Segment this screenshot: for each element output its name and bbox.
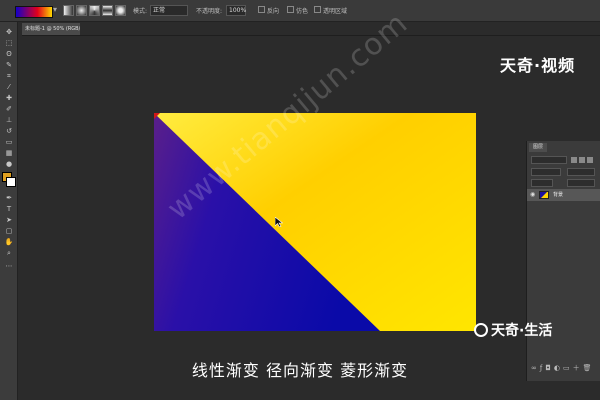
mode-label: 模式: xyxy=(133,8,148,15)
gradient-tool-icon[interactable]: ▦ xyxy=(3,149,15,158)
blend-mode-select[interactable] xyxy=(531,168,561,176)
type-tool-icon[interactable]: T xyxy=(3,205,15,214)
eraser-tool-icon[interactable]: ▭ xyxy=(3,138,15,147)
background-color-swatch[interactable] xyxy=(6,177,16,187)
hand-tool-icon[interactable]: ✋ xyxy=(3,238,15,247)
path-select-tool-icon[interactable]: ➤ xyxy=(3,216,15,225)
layer-opacity-field[interactable] xyxy=(567,168,595,176)
chevron-down-icon[interactable]: ▾ xyxy=(53,5,57,14)
eyedropper-tool-icon[interactable]: ⁄ xyxy=(3,83,15,92)
tools-panel: ✥ ⬚ ʘ ✎ ⌗ ⁄ ✚ ✐ ⊥ ↺ ▭ ▦ ● ✒ T ➤ ▢ ✋ ⌕ ⋯ xyxy=(0,22,18,400)
history-brush-icon[interactable]: ↺ xyxy=(3,127,15,136)
opacity-field[interactable]: 100% xyxy=(226,5,246,16)
layer-thumbnail xyxy=(539,191,549,199)
gradient-picker[interactable] xyxy=(15,6,53,18)
filter-pixel-icon[interactable] xyxy=(571,157,577,163)
filter-text-icon[interactable] xyxy=(587,157,593,163)
opacity-label: 不透明度: xyxy=(196,8,223,15)
move-tool-icon[interactable]: ✥ xyxy=(3,28,15,37)
edit-toolbar-icon[interactable]: ⋯ xyxy=(3,262,15,271)
layer-fill-field[interactable] xyxy=(567,179,595,187)
crop-tool-icon[interactable]: ⌗ xyxy=(3,72,15,81)
brand-logo-top: 天奇·视频 xyxy=(500,56,576,75)
pen-tool-icon[interactable]: ✒ xyxy=(3,194,15,203)
cursor-arrow-icon xyxy=(275,217,283,227)
transparency-label: 透明区域 xyxy=(323,8,348,15)
lock-options[interactable] xyxy=(531,179,553,187)
layers-panel: 图层 ◉ 背景 ∞ƒ◘◐▭＋🗑 xyxy=(526,141,600,381)
angle-gradient-button[interactable] xyxy=(89,5,100,16)
layer-name: 背景 xyxy=(553,192,564,198)
dodge-tool-icon[interactable]: ● xyxy=(3,160,15,169)
shape-tool-icon[interactable]: ▢ xyxy=(3,227,15,236)
brand-logo-bottom: 天奇·生活 xyxy=(474,320,552,340)
tab-divider xyxy=(22,35,600,36)
options-bar: ▾ 模式: 正常 不透明度: 100% 反向 仿色 透明区域 xyxy=(0,0,600,22)
document-tab[interactable]: 未标题-1 @ 50% (RGB/8#) * xyxy=(22,23,80,35)
brand-mark-icon xyxy=(474,323,488,337)
healing-tool-icon[interactable]: ✚ xyxy=(3,94,15,103)
marquee-tool-icon[interactable]: ⬚ xyxy=(3,39,15,48)
reverse-label: 反向 xyxy=(267,8,280,15)
mode-select[interactable]: 正常 xyxy=(150,5,188,16)
dither-checkbox[interactable] xyxy=(287,6,294,13)
document-canvas[interactable] xyxy=(154,113,476,331)
reverse-checkbox[interactable] xyxy=(258,6,265,13)
video-subtitle: 线性渐变 径向渐变 菱形渐变 xyxy=(191,361,409,380)
layers-tab[interactable]: 图层 xyxy=(529,143,547,152)
visibility-eye-icon[interactable]: ◉ xyxy=(530,191,535,198)
dither-label: 仿色 xyxy=(296,8,309,15)
layer-row-background[interactable]: ◉ 背景 xyxy=(527,189,600,201)
transparency-checkbox[interactable] xyxy=(314,6,321,13)
zoom-tool-icon[interactable]: ⌕ xyxy=(3,249,15,258)
reflected-gradient-button[interactable] xyxy=(102,5,113,16)
lasso-tool-icon[interactable]: ʘ xyxy=(3,50,15,59)
linear-gradient-button[interactable] xyxy=(63,5,74,16)
filter-adjust-icon[interactable] xyxy=(579,157,585,163)
stamp-tool-icon[interactable]: ⊥ xyxy=(3,116,15,125)
brand-logo-bottom-text: 天奇·生活 xyxy=(491,323,553,339)
diamond-gradient-button[interactable] xyxy=(115,5,126,16)
radial-gradient-button[interactable] xyxy=(76,5,87,16)
brush-tool-icon[interactable]: ✐ xyxy=(3,105,15,114)
layer-filter-select[interactable] xyxy=(531,156,567,164)
gradient-artwork xyxy=(154,113,476,331)
quick-select-tool-icon[interactable]: ✎ xyxy=(3,61,15,70)
